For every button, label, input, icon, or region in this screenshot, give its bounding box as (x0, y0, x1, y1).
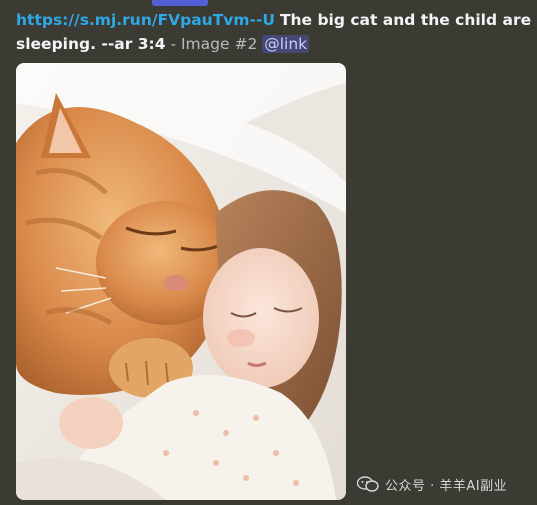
prompt-text-line1: The big cat and the child are (279, 11, 532, 29)
prompt-url-link[interactable]: https://s.mj.run/FVpauTvm--U (16, 11, 275, 29)
message-line-1: https://s.mj.run/FVpauTvm--U The big cat… (16, 8, 537, 32)
watermark-text: 公众号 · 羊羊AI副业 (385, 478, 508, 494)
generated-image[interactable] (16, 63, 346, 500)
prompt-text-line2: sleeping. --ar 3:4 (16, 35, 166, 53)
mention-badge-clipped (152, 0, 208, 6)
separator: - (165, 35, 181, 53)
cat-child-illustration (16, 63, 346, 500)
message-line-2: sleeping. --ar 3:4 - Image #2 @link (16, 32, 537, 56)
mention-link[interactable]: @link (262, 35, 310, 53)
watermark: 公众号 · 羊羊AI副业 (357, 474, 507, 494)
previous-message-clipped (0, 0, 537, 8)
bot-message: https://s.mj.run/FVpauTvm--U The big cat… (16, 8, 537, 56)
image-label: Image #2 (180, 35, 258, 53)
wechat-icon (357, 476, 379, 492)
